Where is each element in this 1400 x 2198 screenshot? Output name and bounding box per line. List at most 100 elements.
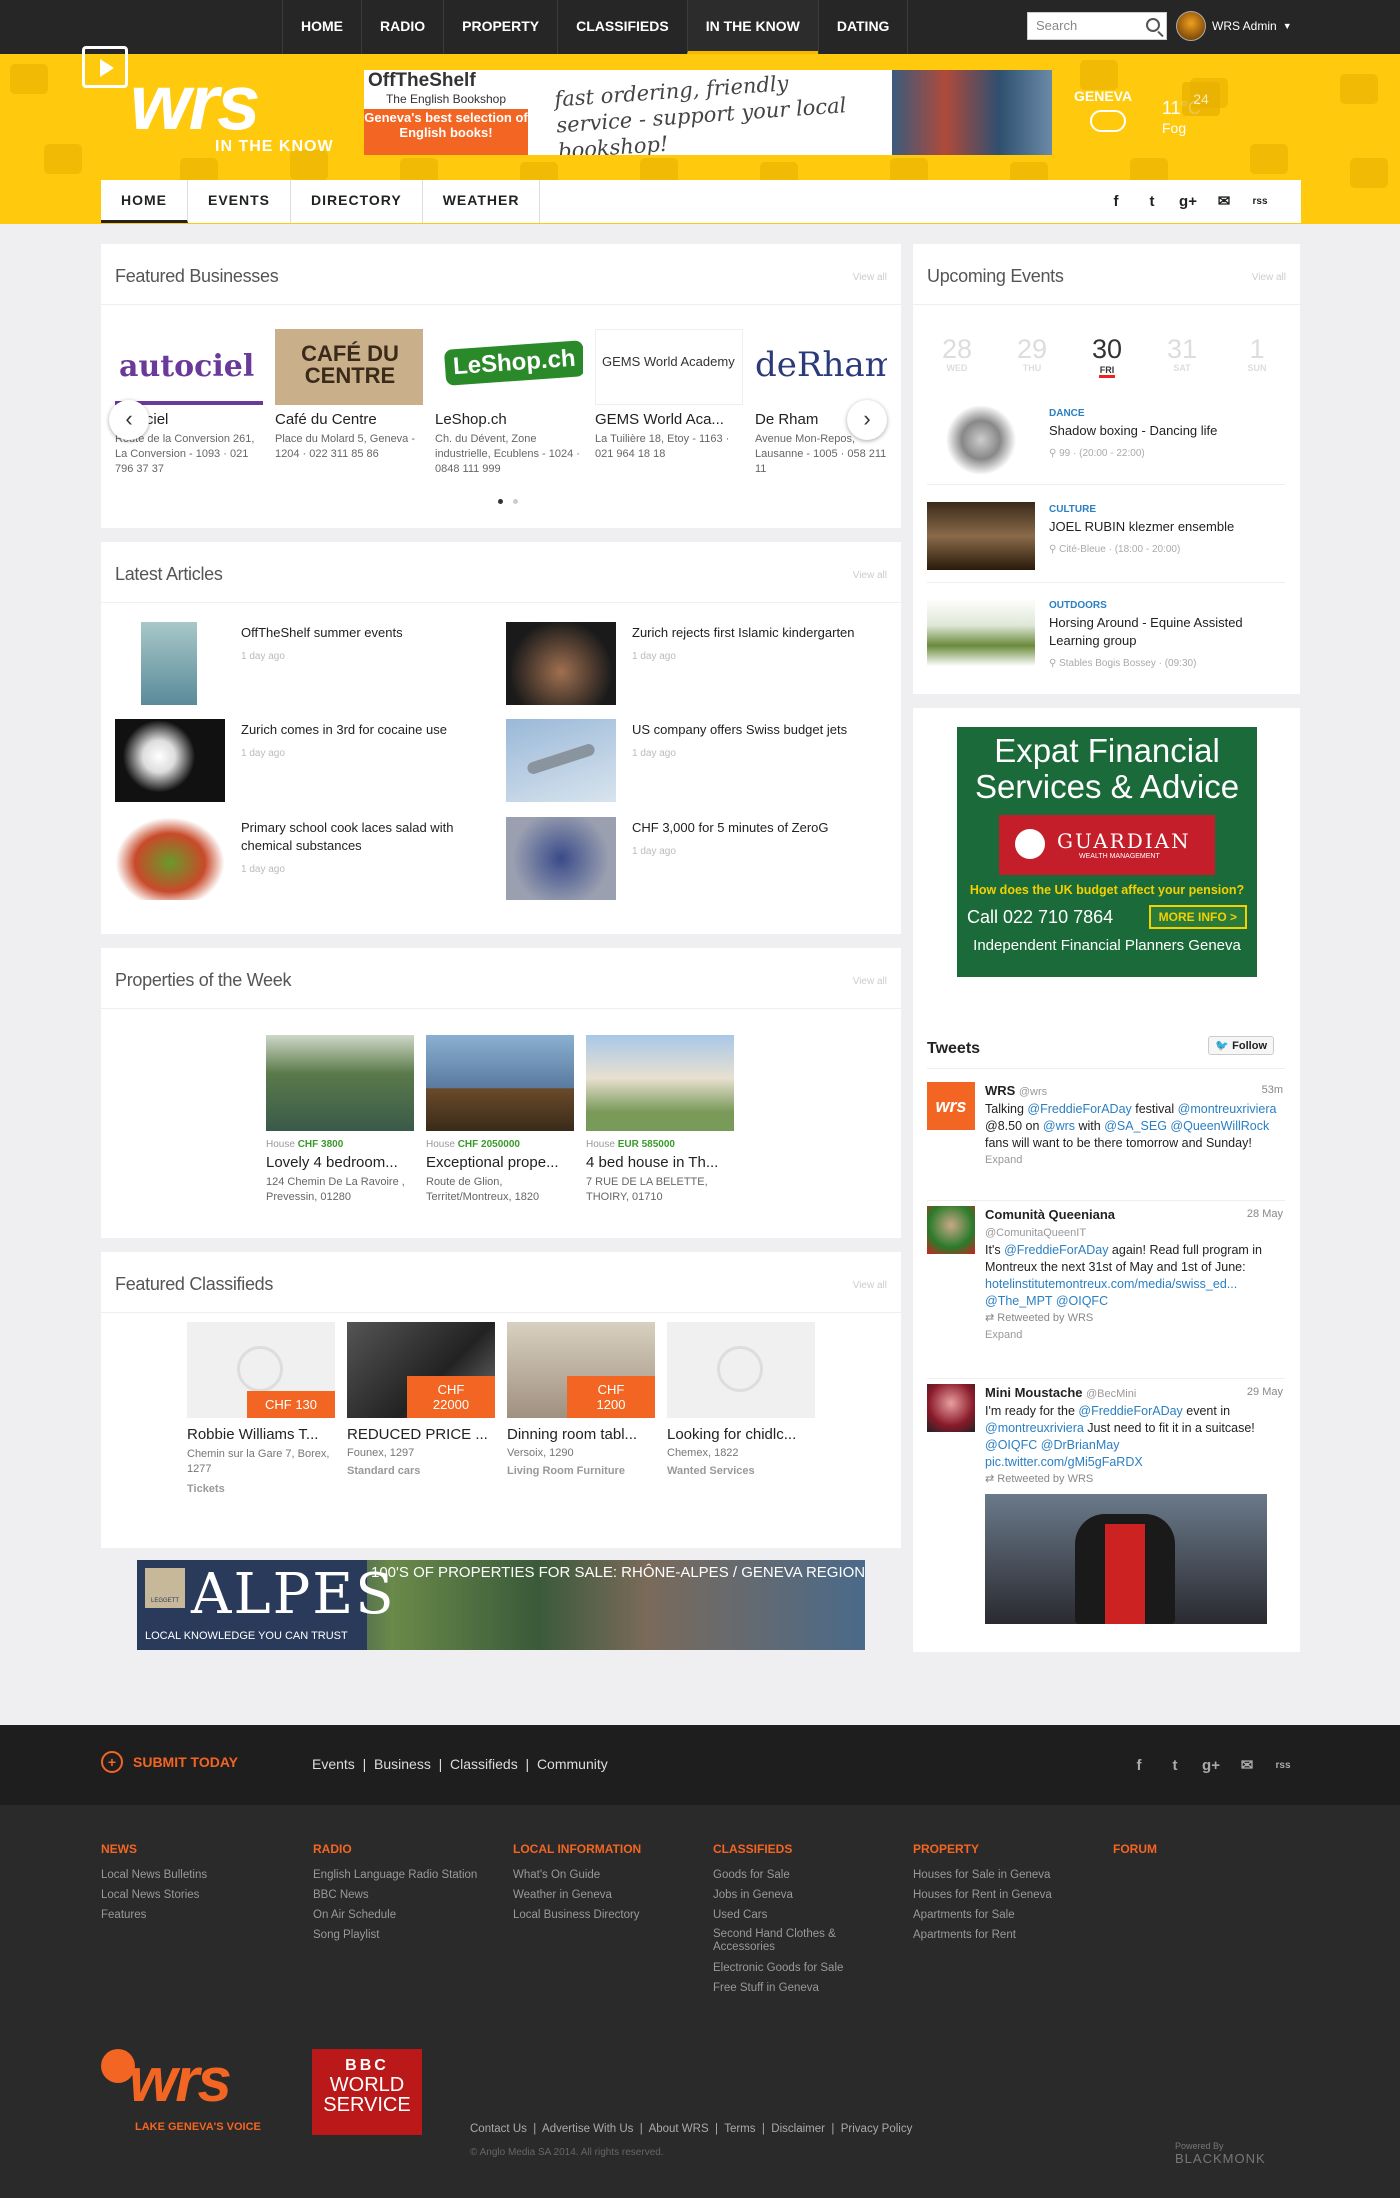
follow-button[interactable]: 🐦 Follow xyxy=(1208,1036,1274,1055)
facebook-icon[interactable]: f xyxy=(1105,191,1127,213)
day-wed[interactable]: 28 WED xyxy=(927,334,987,378)
business-card[interactable]: GEMS World Academy GEMS World Aca... La … xyxy=(595,329,745,462)
mention-link[interactable]: @montreuxriviera xyxy=(1178,1102,1277,1116)
tweet-media[interactable] xyxy=(985,1494,1267,1624)
nav-dating[interactable]: DATING xyxy=(817,0,909,54)
day-sat[interactable]: 31 SAT xyxy=(1152,334,1212,378)
article-item[interactable]: Zurich rejects first Islamic kindergarte… xyxy=(506,622,896,706)
search-input[interactable]: Search xyxy=(1027,12,1167,40)
tweet-author[interactable]: Mini Moustache xyxy=(985,1385,1083,1400)
mention-link[interactable]: @QueenWillRock xyxy=(1170,1119,1269,1133)
property-card[interactable]: House EUR 585000 4 bed house in Th... 7 … xyxy=(586,1035,734,1205)
mention-link[interactable]: @DrBrianMay xyxy=(1041,1438,1120,1452)
google-plus-icon[interactable]: g+ xyxy=(1177,191,1199,213)
advertise-link[interactable]: Advertise With Us xyxy=(542,2123,633,2135)
expand-link[interactable]: Expand xyxy=(985,1152,1283,1169)
alpes-banner-ad[interactable]: LEGGETT ALPES LOCAL KNOWLEDGE YOU CAN TR… xyxy=(137,1560,865,1650)
url-link[interactable]: pic.twitter.com/gMi5gFaRDX xyxy=(985,1455,1143,1469)
bbc-world-service-logo[interactable]: BBC WORLD SERVICE xyxy=(312,2049,422,2135)
rss-icon[interactable]: rss xyxy=(1249,191,1271,213)
article-item[interactable]: US company offers Swiss budget jets 1 day… xyxy=(506,719,896,803)
mention-link[interactable]: @The_MPT xyxy=(985,1294,1052,1308)
carousel-dot[interactable] xyxy=(513,499,518,504)
mention-link[interactable]: @OIQFC xyxy=(1056,1294,1108,1308)
url-link[interactable]: hotelinstitutemontreux.com/media/swiss_e… xyxy=(985,1277,1237,1291)
tweet-handle[interactable]: @BecMini xyxy=(1086,1388,1136,1400)
view-all-link[interactable]: View all xyxy=(1252,272,1286,283)
classified-card[interactable]: Looking for chidlc... Chemex, 1822 Wante… xyxy=(667,1322,815,1477)
facebook-icon[interactable]: f xyxy=(1128,1755,1150,1777)
nav-in-the-know[interactable]: IN THE KNOW xyxy=(686,0,818,54)
twitter-icon[interactable]: t xyxy=(1164,1755,1186,1777)
tweet-handle[interactable]: @ComunitaQueenIT xyxy=(985,1227,1086,1239)
mention-link[interactable]: @OIQFC xyxy=(985,1438,1037,1452)
more-info-button[interactable]: MORE INFO > xyxy=(1148,905,1247,929)
classified-card[interactable]: CHF 1200 Dinning room tabl... Versoix, 1… xyxy=(507,1322,655,1477)
search-icon[interactable] xyxy=(1146,18,1160,32)
carousel-dot[interactable] xyxy=(498,499,503,504)
view-all-link[interactable]: View all xyxy=(853,976,887,987)
footer-link-business[interactable]: Business xyxy=(374,1756,431,1772)
mention-link[interactable]: @FreddieForADay xyxy=(1078,1404,1182,1418)
user-menu[interactable]: WRS Admin ▼ xyxy=(1176,8,1292,44)
day-sun[interactable]: 1 SUN xyxy=(1227,334,1287,378)
expand-link[interactable]: Expand xyxy=(985,1327,1283,1344)
mention-link[interactable]: @FreddieForADay xyxy=(1027,1102,1131,1116)
tweet-author[interactable]: WRS xyxy=(985,1083,1015,1098)
carousel-prev-button[interactable]: ‹ xyxy=(109,400,149,440)
powered-by[interactable]: Powered By BLACKMONK xyxy=(1175,2141,1266,2166)
guardian-ad[interactable]: Expat Financial Services & Advice GUARDI… xyxy=(957,727,1257,977)
google-plus-icon[interactable]: g+ xyxy=(1200,1755,1222,1777)
nav-radio[interactable]: RADIO xyxy=(361,0,443,54)
view-all-link[interactable]: View all xyxy=(853,1280,887,1291)
site-logo[interactable]: wrs IN THE KNOW xyxy=(80,46,350,156)
nav-classifieds[interactable]: CLASSIFIEDS xyxy=(557,0,687,54)
footer-link-community[interactable]: Community xyxy=(537,1756,608,1772)
privacy-link[interactable]: Privacy Policy xyxy=(841,2123,913,2135)
tweet-date[interactable]: 28 May xyxy=(1247,1206,1283,1223)
business-card[interactable]: LeShop.ch LeShop.ch Ch. du Dévent, Zone … xyxy=(435,329,585,477)
event-item[interactable]: CULTURE JOEL RUBIN klezmer ensemble ⚲ Cit… xyxy=(927,502,1285,584)
subnav-home[interactable]: HOME xyxy=(101,180,188,223)
event-item[interactable]: OUTDOORS Horsing Around - Equine Assiste… xyxy=(927,598,1285,680)
contact-link[interactable]: Contact Us xyxy=(470,2123,527,2135)
terms-link[interactable]: Terms xyxy=(724,2123,755,2135)
footer-logo[interactable]: wrs LAKE GENEVA'S VOICE xyxy=(101,2049,281,2139)
classified-card[interactable]: CHF 130 Robbie Williams T... Chemin sur … xyxy=(187,1322,335,1495)
event-item[interactable]: DANCE Shadow boxing - Dancing life ⚲ 99 ·… xyxy=(927,406,1285,488)
classified-card[interactable]: CHF 22000 REDUCED PRICE ... Founex, 1297… xyxy=(347,1322,495,1477)
mention-link[interactable]: @FreddieForADay xyxy=(1004,1243,1108,1257)
bookshop-banner-ad[interactable]: OffTheShelf The English Bookshop Geneva'… xyxy=(364,70,1052,155)
about-link[interactable]: About WRS xyxy=(649,2123,709,2135)
nav-property[interactable]: PROPERTY xyxy=(443,0,557,54)
day-fri[interactable]: 30 FRI xyxy=(1077,334,1137,378)
submit-today-button[interactable]: + SUBMIT TODAY xyxy=(101,1751,238,1773)
footer-link-events[interactable]: Events xyxy=(312,1756,355,1772)
view-all-link[interactable]: View all xyxy=(853,570,887,581)
mention-link[interactable]: @wrs xyxy=(1043,1119,1075,1133)
carousel-next-button[interactable]: › xyxy=(847,400,887,440)
email-icon[interactable]: ✉ xyxy=(1213,191,1235,213)
subnav-events[interactable]: EVENTS xyxy=(188,180,292,223)
subnav-weather[interactable]: WEATHER xyxy=(423,180,541,223)
business-card[interactable]: CAFÉ DU CENTRE Café du Centre Place du M… xyxy=(275,329,425,462)
subnav-directory[interactable]: DIRECTORY xyxy=(291,180,423,223)
email-icon[interactable]: ✉ xyxy=(1236,1755,1258,1777)
mention-link[interactable]: @montreuxriviera xyxy=(985,1421,1084,1435)
property-card[interactable]: House CHF 3800 Lovely 4 bedroom... 124 C… xyxy=(266,1035,414,1205)
property-card[interactable]: House CHF 2050000 Exceptional prope... R… xyxy=(426,1035,574,1205)
article-item[interactable]: CHF 3,000 for 5 minutes of ZeroG 1 day ag… xyxy=(506,817,896,901)
footer-link-classifieds[interactable]: Classifieds xyxy=(450,1756,518,1772)
article-item[interactable]: Primary school cook laces salad with che… xyxy=(115,817,505,901)
article-item[interactable]: Zurich comes in 3rd for cocaine use 1 day… xyxy=(115,719,505,803)
tweet-date[interactable]: 53m xyxy=(1262,1082,1283,1099)
day-thu[interactable]: 29 THU xyxy=(1002,334,1062,378)
tweet-author[interactable]: Comunità Queeniana xyxy=(985,1207,1115,1222)
tweet-date[interactable]: 29 May xyxy=(1247,1384,1283,1401)
view-all-link[interactable]: View all xyxy=(853,272,887,283)
rss-icon[interactable]: rss xyxy=(1272,1755,1294,1777)
twitter-icon[interactable]: t xyxy=(1141,191,1163,213)
mention-link[interactable]: @SA_SEG xyxy=(1104,1119,1167,1133)
tweet-handle[interactable]: @wrs xyxy=(1019,1086,1047,1098)
disclaimer-link[interactable]: Disclaimer xyxy=(771,2123,825,2135)
